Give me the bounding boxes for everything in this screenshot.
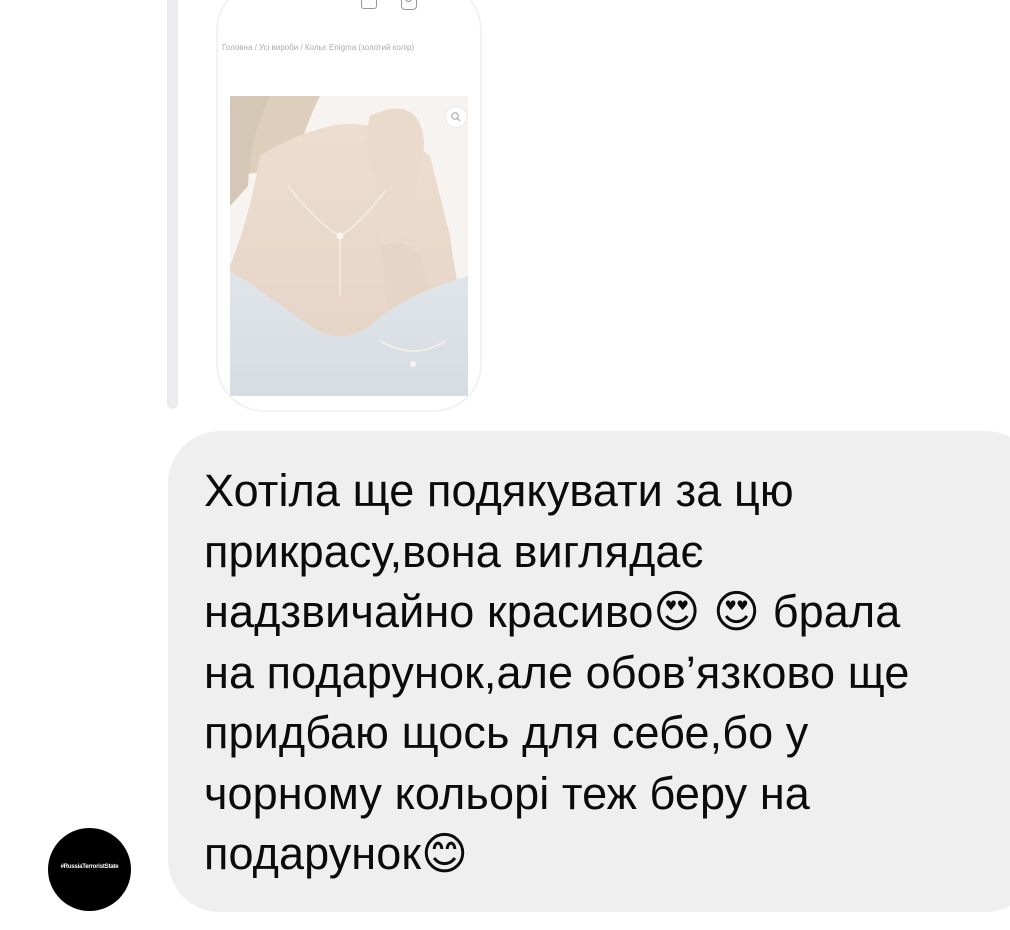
chat-thread: Головна / Усі вироби / Кольє Enigma (зол… [0, 0, 1010, 930]
sender-avatar[interactable]: #RussiaTerroristState [48, 828, 131, 911]
necklace-photo-illustration [230, 96, 468, 396]
reply-indicator-bar [167, 0, 178, 409]
shared-post-header [218, 0, 480, 20]
shopping-bag-icon [361, 0, 377, 9]
shared-post-preview[interactable]: Головна / Усі вироби / Кольє Enigma (зол… [216, 0, 482, 412]
message-text: Хотіла ще подякувати за цю прикрасу,вона… [204, 465, 910, 879]
avatar-label: #RussiaTerroristState [60, 864, 119, 870]
breadcrumb: Головна / Усі вироби / Кольє Enigma (зол… [222, 43, 415, 52]
message-bubble[interactable]: Хотіла ще подякувати за цю прикрасу,вона… [168, 431, 1010, 912]
product-photo[interactable] [230, 96, 468, 396]
instagram-icon [401, 0, 417, 10]
magnifier-icon[interactable] [446, 107, 466, 127]
